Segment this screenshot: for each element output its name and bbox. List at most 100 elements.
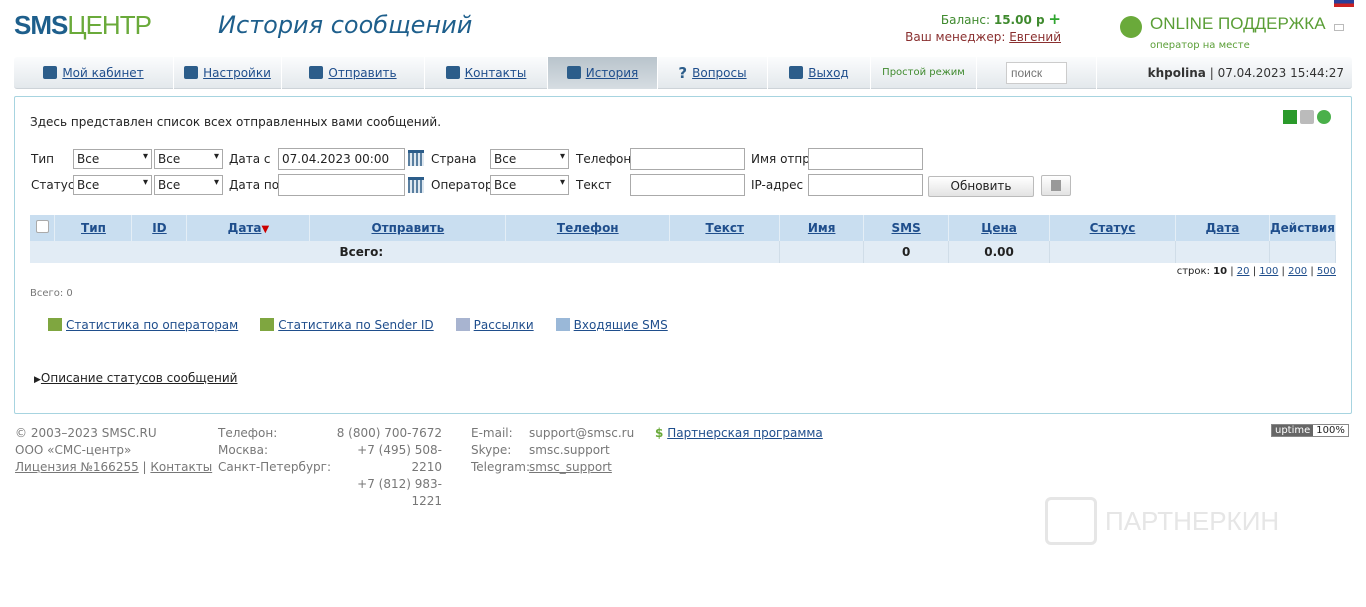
col-status[interactable]: Статус: [1090, 221, 1136, 235]
col-id[interactable]: ID: [152, 221, 166, 235]
text-input[interactable]: [630, 174, 745, 196]
footer-contact-labels: E-mail: Skype: Telegram:: [471, 426, 531, 474]
simple-mode-link[interactable]: Простой режим: [871, 56, 977, 89]
rows-20[interactable]: 20: [1237, 266, 1250, 277]
col-phone[interactable]: Телефон: [557, 221, 619, 235]
page-title: История сообщений: [218, 11, 473, 39]
refresh-icon[interactable]: [1317, 110, 1331, 124]
nav-questions[interactable]: ? Вопросы: [658, 56, 768, 89]
ip-input[interactable]: [808, 174, 923, 196]
col-name[interactable]: Имя: [808, 221, 836, 235]
col-sender[interactable]: Отправить: [371, 221, 444, 235]
manager-link[interactable]: Евгений: [1009, 30, 1061, 44]
footer-phones: 8 (800) 700-7672 +7 (495) 508-2210 +7 (812…: [336, 426, 442, 508]
rows-100[interactable]: 100: [1259, 266, 1278, 277]
chart-icon: [260, 318, 275, 331]
nav-settings[interactable]: Настройки: [174, 56, 282, 89]
uptime-badge[interactable]: uptime 100%: [1271, 424, 1349, 437]
calendar-icon[interactable]: [408, 150, 424, 166]
user-info: khpolina | 07.04.2023 15:44:27: [1147, 65, 1344, 80]
status-select-2[interactable]: Все: [154, 175, 223, 195]
envelope-icon: [309, 66, 324, 79]
date-to-label: Дата по: [229, 178, 280, 192]
search-wrap: [977, 56, 1097, 89]
mailing-icon: [455, 318, 470, 331]
total-sms: 0: [863, 241, 950, 263]
mailings-link[interactable]: Рассылки: [474, 318, 534, 332]
col-date[interactable]: Дата: [228, 221, 262, 235]
sort-desc-icon: ▼: [261, 224, 270, 235]
stats-links: Статистика по операторам Статистика по S…: [48, 318, 668, 332]
type-select-1[interactable]: Все: [73, 149, 152, 169]
col-text[interactable]: Текст: [705, 221, 744, 235]
select-all-checkbox[interactable]: [35, 220, 49, 233]
rows-200[interactable]: 200: [1288, 266, 1307, 277]
mail-icon[interactable]: [1334, 24, 1344, 31]
intro-text: Здесь представлен список всех отправленн…: [30, 115, 442, 129]
logo[interactable]: SMSЦЕНТР: [14, 10, 152, 41]
col-type[interactable]: Тип: [81, 221, 106, 235]
date-to-input[interactable]: [278, 174, 405, 196]
incoming-sms-link[interactable]: Входящие SMS: [574, 318, 668, 332]
phone-label: Телефон: [576, 152, 632, 166]
triangle-right-icon: ▶: [34, 375, 41, 385]
operator-stats-link[interactable]: Статистика по операторам: [66, 318, 238, 332]
exit-icon: [789, 66, 804, 79]
username: khpolina: [1147, 65, 1206, 80]
sender-stats-link[interactable]: Статистика по Sender ID: [278, 318, 433, 332]
footer-contacts: support@smsc.ru smsc.support smsc_support: [529, 426, 635, 474]
nav-history[interactable]: История: [548, 56, 658, 89]
col-date2[interactable]: Дата: [1206, 221, 1240, 235]
status-label: Статус: [31, 178, 75, 192]
table-header: Тип ID Дата▼ Отправить Телефон Текст Имя…: [30, 215, 1337, 241]
country-select[interactable]: Все: [490, 149, 569, 169]
question-icon: ?: [678, 63, 688, 82]
messages-table: Тип ID Дата▼ Отправить Телефон Текст Имя…: [30, 215, 1337, 263]
balance-block: Баланс: 15.00 р + Ваш менеджер: Евгений: [905, 10, 1061, 45]
sender-label: Имя отпр.: [751, 152, 814, 166]
type-select-2[interactable]: Все: [154, 149, 223, 169]
contacts-link[interactable]: Контакты: [150, 460, 212, 474]
export-icon: [1051, 180, 1061, 191]
nav-send[interactable]: Отправить: [282, 56, 425, 89]
headset-icon: [1120, 16, 1142, 38]
operator-select[interactable]: Все: [490, 175, 569, 195]
language-flag-icon[interactable]: [1334, 0, 1354, 7]
tools-icon: [184, 66, 199, 79]
add-balance-button[interactable]: +: [1048, 10, 1061, 28]
refresh-button[interactable]: Обновить: [928, 176, 1034, 197]
phone-input[interactable]: [630, 148, 745, 170]
col-sms[interactable]: SMS: [892, 221, 921, 235]
total-label: Всего:: [30, 241, 781, 263]
footer-phone-labels: Телефон: Москва: Санкт-Петербург:: [218, 426, 332, 474]
date-from-input[interactable]: 07.04.2023 00:00: [278, 148, 405, 170]
operator-label: Оператор: [431, 178, 493, 192]
nav-logout[interactable]: Выход: [768, 56, 871, 89]
partner-program: $ Партнерская программа: [655, 425, 823, 442]
license-link[interactable]: Лицензия №166255: [15, 460, 139, 474]
date-from-label: Дата с: [229, 152, 271, 166]
dollar-icon: $: [655, 426, 664, 440]
rows-500[interactable]: 500: [1317, 266, 1336, 277]
sender-input[interactable]: [808, 148, 923, 170]
nav-contacts[interactable]: Контакты: [425, 56, 548, 89]
nav-my-account[interactable]: Мой кабинет: [14, 56, 174, 89]
toolbar: [1283, 110, 1331, 124]
partner-link[interactable]: Партнерская программа: [667, 426, 823, 440]
search-input[interactable]: [1006, 61, 1067, 84]
col-price[interactable]: Цена: [981, 221, 1017, 235]
status-select-1[interactable]: Все: [73, 175, 152, 195]
ip-label: IP-адрес: [751, 178, 804, 192]
calendar-icon: [566, 66, 581, 79]
select-all-checkbox-cell[interactable]: [30, 215, 56, 241]
print-icon[interactable]: [1300, 110, 1314, 124]
balance-value: 15.00 р: [993, 13, 1045, 27]
export-filter-button[interactable]: [1041, 175, 1071, 196]
contacts-icon: [445, 66, 460, 79]
calendar-icon[interactable]: [408, 177, 424, 193]
telegram-link[interactable]: smsc_support: [529, 460, 612, 474]
export-icon[interactable]: [1283, 110, 1297, 124]
status-description-toggle[interactable]: ▶Описание статусов сообщений: [34, 371, 237, 385]
col-actions: Действия: [1269, 215, 1337, 241]
watermark-logo-icon: [1045, 497, 1097, 545]
